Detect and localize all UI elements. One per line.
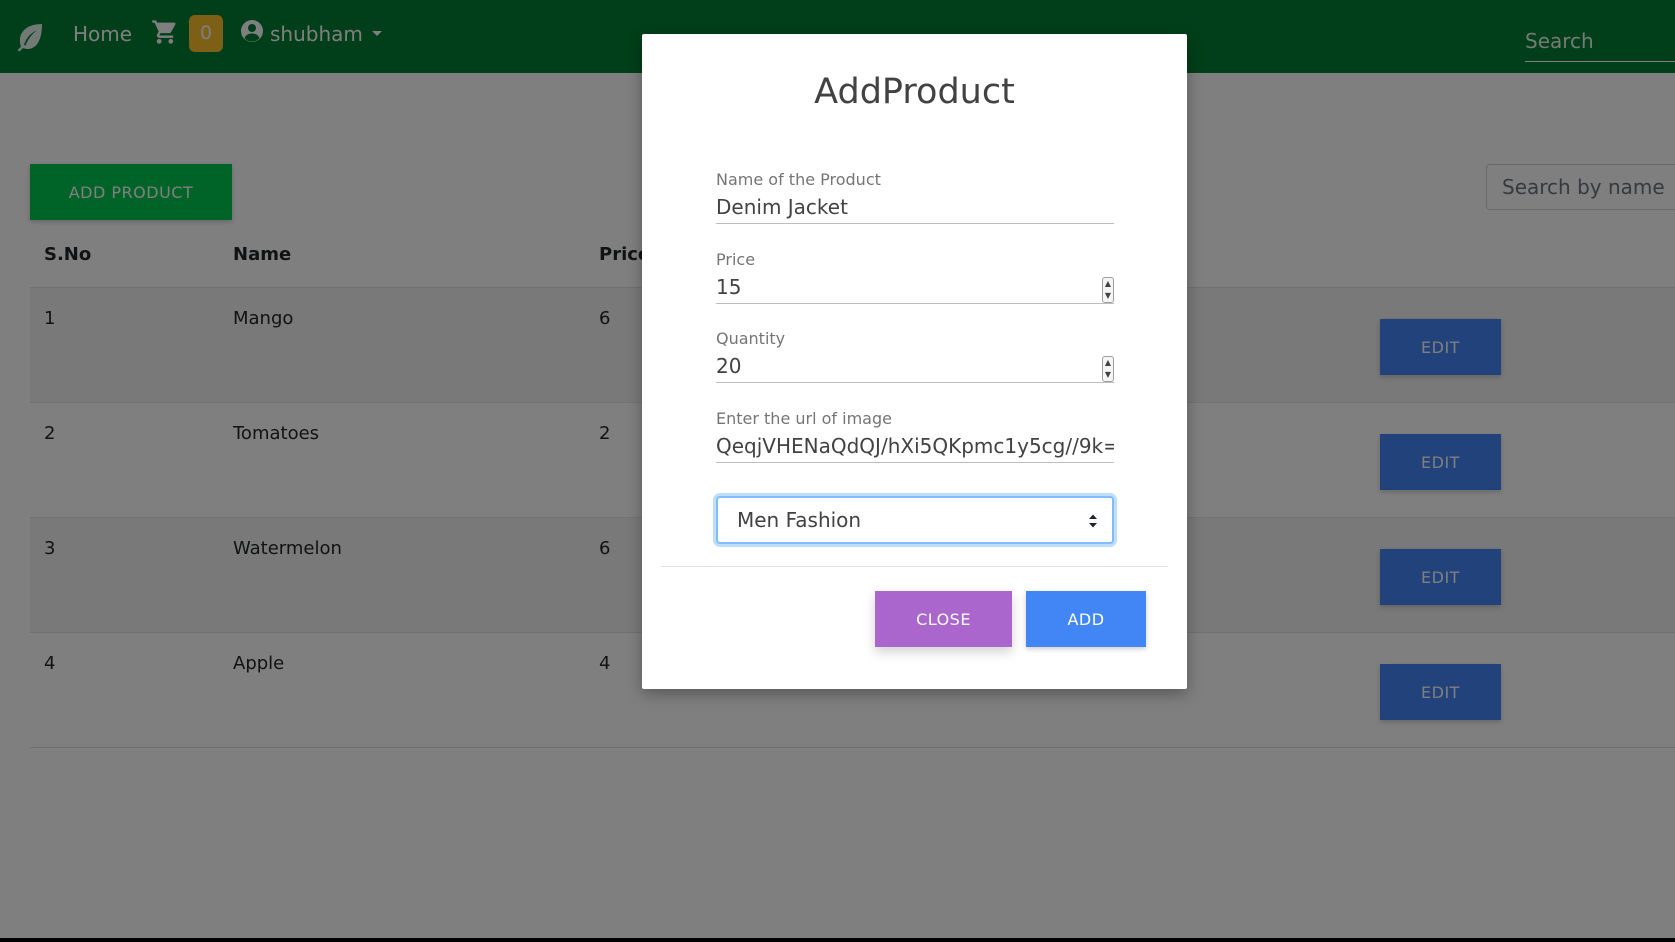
quantity-stepper[interactable]: ▲ ▼ bbox=[1102, 356, 1114, 382]
price-field: Price ▲ ▼ bbox=[716, 250, 1114, 304]
image-url-field: Enter the url of image bbox=[716, 409, 1114, 463]
stepper-up-icon[interactable]: ▲ bbox=[1103, 278, 1113, 290]
modal-footer-divider bbox=[661, 566, 1168, 567]
quantity-input[interactable] bbox=[716, 349, 1114, 383]
quantity-field: Quantity ▲ ▼ bbox=[716, 329, 1114, 383]
stepper-down-icon[interactable]: ▼ bbox=[1103, 290, 1113, 302]
price-stepper[interactable]: ▲ ▼ bbox=[1102, 277, 1114, 303]
category-selected-value: Men Fashion bbox=[737, 508, 862, 532]
price-label: Price bbox=[716, 250, 756, 269]
stepper-down-icon[interactable]: ▼ bbox=[1103, 369, 1113, 381]
modal-title: AddProduct bbox=[814, 72, 1015, 112]
add-button[interactable]: ADD bbox=[1026, 591, 1146, 647]
add-product-modal: AddProduct Name of the Product Price ▲ ▼… bbox=[642, 34, 1187, 689]
bottom-edge bbox=[0, 938, 1675, 942]
product-name-label: Name of the Product bbox=[716, 170, 881, 189]
price-input[interactable] bbox=[716, 270, 1114, 304]
category-select[interactable]: Men Fashion bbox=[716, 496, 1114, 544]
select-arrows-icon bbox=[1089, 514, 1097, 528]
stepper-up-icon[interactable]: ▲ bbox=[1103, 357, 1113, 369]
image-url-input[interactable] bbox=[716, 429, 1114, 463]
image-url-label: Enter the url of image bbox=[716, 409, 892, 428]
quantity-label: Quantity bbox=[716, 329, 786, 348]
product-name-input[interactable] bbox=[716, 190, 1114, 224]
close-button[interactable]: CLOSE bbox=[875, 591, 1012, 647]
product-name-field: Name of the Product bbox=[716, 170, 1114, 224]
